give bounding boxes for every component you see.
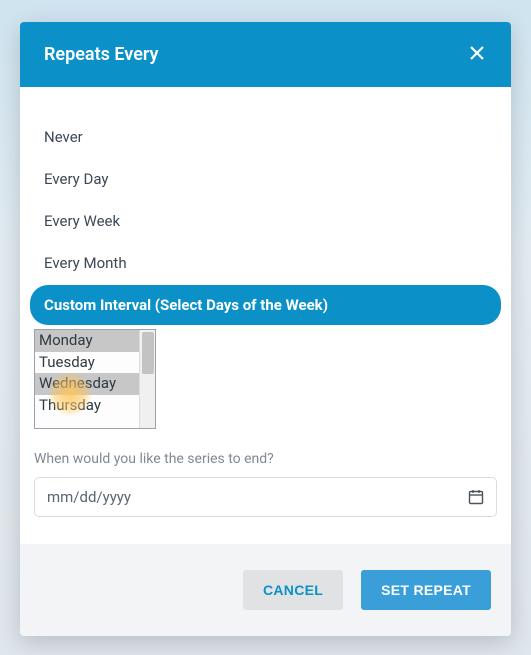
modal-title: Repeats Every <box>44 44 158 65</box>
option-every-day[interactable]: Every Day <box>30 159 501 199</box>
option-never[interactable]: Never <box>30 117 501 157</box>
end-date-placeholder: mm/dd/yyyy <box>47 488 468 506</box>
close-button[interactable] <box>467 45 487 65</box>
modal-backdrop: Repeats Every Never Every Day Every Week… <box>0 0 531 655</box>
repeat-options: Never Every Day Every Week Every Month C… <box>30 117 501 325</box>
end-date-input[interactable]: mm/dd/yyyy <box>34 477 497 517</box>
day-monday[interactable]: Monday <box>35 330 139 352</box>
option-every-week[interactable]: Every Week <box>30 201 501 241</box>
days-scrollbar[interactable] <box>139 330 155 428</box>
modal-body: Never Every Day Every Week Every Month C… <box>20 87 511 544</box>
calendar-icon <box>468 489 484 505</box>
option-custom-interval[interactable]: Custom Interval (Select Days of the Week… <box>30 285 501 325</box>
day-tuesday[interactable]: Tuesday <box>35 352 139 374</box>
days-list: Monday Tuesday Wednesday Thursday <box>35 330 139 428</box>
repeats-modal: Repeats Every Never Every Day Every Week… <box>20 22 511 636</box>
set-repeat-button[interactable]: SET REPEAT <box>361 570 491 610</box>
scrollbar-thumb[interactable] <box>142 332 154 374</box>
end-date-label: When would you like the series to end? <box>34 451 497 467</box>
option-every-month[interactable]: Every Month <box>30 243 501 283</box>
modal-footer: CANCEL SET REPEAT <box>20 544 511 636</box>
days-listbox[interactable]: Monday Tuesday Wednesday Thursday <box>34 329 156 429</box>
close-icon <box>469 45 485 64</box>
day-wednesday[interactable]: Wednesday <box>35 373 139 395</box>
cancel-button[interactable]: CANCEL <box>243 570 343 610</box>
modal-header: Repeats Every <box>20 22 511 87</box>
day-thursday[interactable]: Thursday <box>35 395 139 417</box>
